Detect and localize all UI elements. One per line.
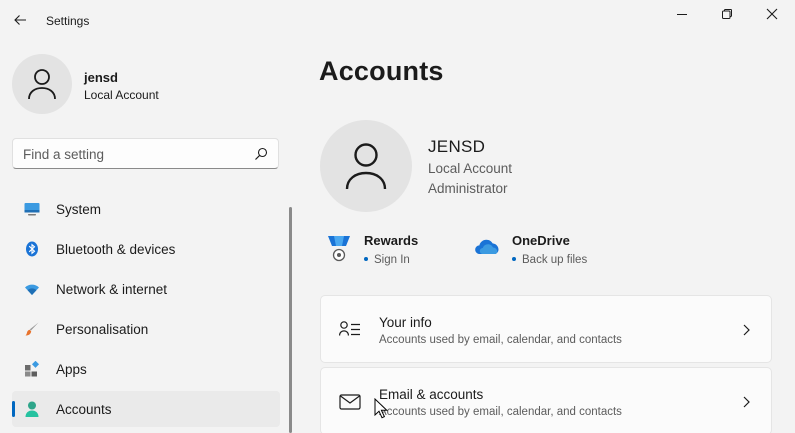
- person-card-icon: [339, 321, 360, 336]
- profile-name: jensd: [84, 70, 118, 85]
- chevron-right-icon: [743, 324, 750, 336]
- sidebar-scrollbar[interactable]: [289, 207, 292, 433]
- app-title: Settings: [46, 14, 90, 28]
- search-box[interactable]: [12, 138, 279, 169]
- sidebar-item-label: Bluetooth & devices: [56, 242, 176, 257]
- service-subtitle: Sign In: [364, 254, 410, 266]
- back-button[interactable]: [8, 8, 32, 32]
- restore-icon: [722, 9, 732, 19]
- chevron-right-icon: [743, 396, 750, 408]
- avatar: [12, 54, 72, 114]
- page-title: Accounts: [319, 56, 444, 86]
- profile-account-type: Local Account: [84, 88, 159, 102]
- apps-icon: [24, 361, 40, 377]
- sidebar-item-label: System: [56, 202, 102, 217]
- paintbrush-icon: [24, 321, 40, 337]
- sidebar-item-bluetooth[interactable]: Bluetooth & devices: [12, 231, 280, 267]
- service-subtitle: Back up files: [512, 254, 587, 266]
- onedrive-link[interactable]: OneDrive Back up files: [474, 230, 634, 272]
- bluetooth-icon: [24, 241, 40, 257]
- card-subtitle: Accounts used by email, calendar, and co…: [379, 334, 622, 346]
- rewards-link[interactable]: Rewards Sign In: [326, 230, 466, 272]
- sidebar-item-system[interactable]: System: [12, 191, 280, 227]
- sidebar-item-label: Accounts: [56, 402, 112, 417]
- status-dot: [512, 256, 516, 261]
- person-icon: [345, 143, 387, 190]
- sidebar-item-apps[interactable]: Apps: [12, 351, 280, 387]
- sidebar-nav: System Bluetooth & devices Network & int…: [12, 191, 280, 431]
- close-icon: [766, 8, 778, 20]
- search-input[interactable]: [23, 145, 243, 163]
- sidebar-profile[interactable]: jensd Local Account: [12, 54, 272, 114]
- title-bar: Settings: [0, 0, 795, 42]
- service-subtitle-text: Sign In: [374, 254, 410, 266]
- onedrive-cloud-icon: [475, 239, 499, 254]
- mouse-cursor-icon: [374, 398, 388, 419]
- service-subtitle-text: Back up files: [522, 254, 588, 266]
- card-subtitle: Accounts used by email, calendar, and co…: [379, 406, 622, 418]
- wifi-icon: [24, 281, 40, 297]
- person-icon: [24, 401, 40, 417]
- sidebar-item-label: Personalisation: [56, 322, 149, 337]
- back-arrow-icon: [14, 15, 26, 25]
- close-button[interactable]: [749, 0, 795, 28]
- user-avatar: [320, 120, 412, 212]
- user-role: Administrator: [428, 181, 508, 196]
- service-title: Rewards: [364, 233, 419, 248]
- user-account-type: Local Account: [428, 161, 513, 176]
- user-name: JENSD: [428, 137, 486, 156]
- sidebar-item-network[interactable]: Network & internet: [12, 271, 280, 307]
- card-title: Your info: [379, 315, 432, 330]
- search-icon[interactable]: [254, 147, 268, 161]
- your-info-card[interactable]: Your info Accounts used by email, calend…: [320, 295, 772, 363]
- person-icon: [28, 69, 56, 100]
- card-title: Email & accounts: [379, 387, 484, 402]
- sidebar-item-personalisation[interactable]: Personalisation: [12, 311, 280, 347]
- service-title: OneDrive: [512, 233, 570, 248]
- minimize-button[interactable]: [659, 0, 705, 28]
- monitor-icon: [24, 201, 40, 217]
- sidebar-item-label: Network & internet: [56, 282, 168, 297]
- status-dot: [364, 256, 368, 261]
- sidebar-item-accounts[interactable]: Accounts: [12, 391, 280, 427]
- mail-icon: [339, 394, 361, 410]
- minimize-icon: [677, 14, 687, 15]
- sidebar-item-label: Apps: [56, 362, 87, 377]
- rewards-medal-icon: [328, 236, 350, 262]
- maximize-button[interactable]: [704, 0, 750, 28]
